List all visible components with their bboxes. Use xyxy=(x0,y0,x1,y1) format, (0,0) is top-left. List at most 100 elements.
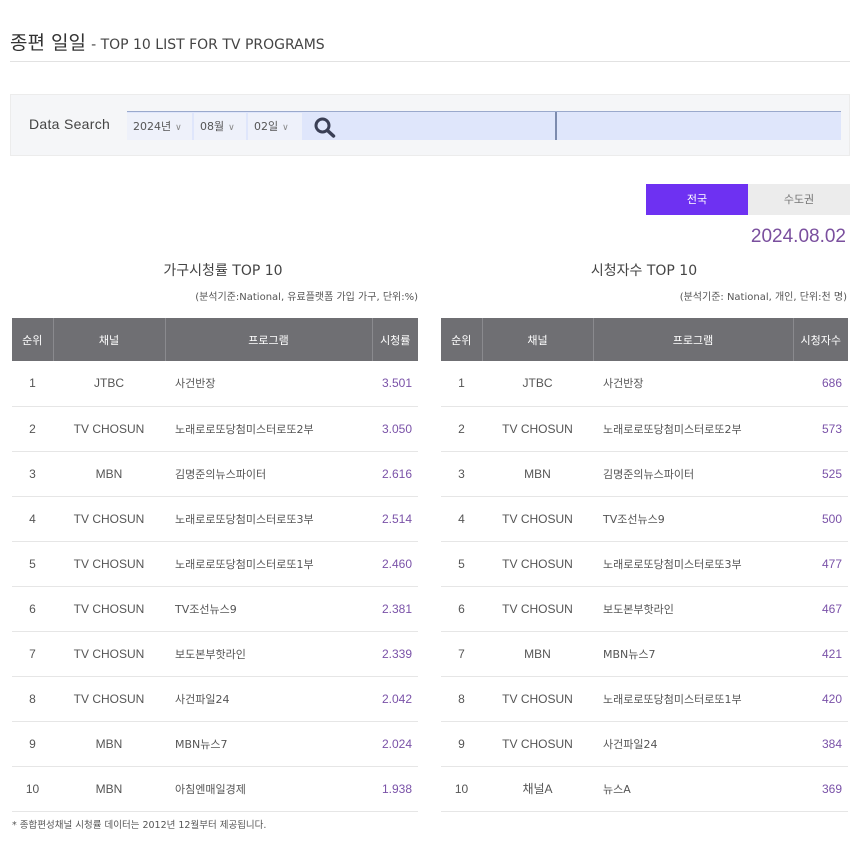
channel-cell: 채널A xyxy=(482,766,593,812)
channel-cell: TV CHOSUN xyxy=(53,406,165,452)
channel-cell: TV CHOSUN xyxy=(53,586,165,632)
column-header-rating: 시청률 xyxy=(372,318,418,361)
household-rating-table: 순위 채널 프로그램 시청률 1 JTBC 사건반장 3.501 2 TV CHOSUN 노… xyxy=(12,318,418,812)
program-cell: 노래로로또당첨미스터로또2부 xyxy=(593,406,793,452)
year-value: 2024년 xyxy=(133,120,172,133)
data-search-panel: Data Search 2024년 ∨ 08월 ∨ 02일 ∨ xyxy=(10,94,850,156)
rank-cell: 2 xyxy=(12,406,53,452)
value-cell: 3.501 xyxy=(372,361,418,407)
day-select[interactable]: 02일 ∨ xyxy=(248,113,302,140)
program-cell: 김명준의뉴스파이터 xyxy=(165,451,372,497)
channel-cell: TV CHOSUN xyxy=(482,676,593,722)
value-cell: 3.050 xyxy=(372,406,418,452)
value-cell: 573 xyxy=(793,406,848,452)
value-cell: 2.460 xyxy=(372,541,418,587)
table-row: 3 MBN 김명준의뉴스파이터 525 xyxy=(441,451,848,497)
rank-cell: 5 xyxy=(441,541,482,587)
table-header-row: 순위 채널 프로그램 시청자수 xyxy=(441,318,848,361)
rank-cell: 4 xyxy=(12,496,53,542)
table-row: 9 TV CHOSUN 사건파일24 384 xyxy=(441,721,848,767)
channel-cell: TV CHOSUN xyxy=(53,631,165,677)
rank-cell: 4 xyxy=(441,496,482,542)
table-row: 1 JTBC 사건반장 686 xyxy=(441,361,848,407)
column-header-viewers: 시청자수 xyxy=(793,318,848,361)
channel-cell: MBN xyxy=(53,766,165,812)
program-cell: MBN뉴스7 xyxy=(593,631,793,677)
value-cell: 2.042 xyxy=(372,676,418,722)
program-cell: 노래로로또당첨미스터로또3부 xyxy=(593,541,793,587)
household-rating-title: 가구시청률 TOP 10 xyxy=(163,263,283,279)
tab-capital-area[interactable]: 수도권 xyxy=(748,184,850,215)
value-cell: 384 xyxy=(793,721,848,767)
rank-cell: 10 xyxy=(441,766,482,812)
value-cell: 2.339 xyxy=(372,631,418,677)
table-header-row: 순위 채널 프로그램 시청률 xyxy=(12,318,418,361)
program-cell: 아침엔매일경제 xyxy=(165,766,372,812)
viewers-title: 시청자수 TOP 10 xyxy=(590,263,698,279)
channel-cell: TV CHOSUN xyxy=(53,676,165,722)
table-row: 5 TV CHOSUN 노래로로또당첨미스터로또1부 2.460 xyxy=(12,541,418,587)
channel-cell: MBN xyxy=(53,451,165,497)
value-cell: 467 xyxy=(793,586,848,632)
selected-date: 2024.08.02 xyxy=(750,226,846,247)
rank-cell: 8 xyxy=(12,676,53,722)
table-row: 2 TV CHOSUN 노래로로또당첨미스터로또2부 3.050 xyxy=(12,406,418,452)
household-rating-note: (분석기준:National, 유료플랫폼 가입 가구, 단위:%) xyxy=(195,292,418,303)
channel-cell: MBN xyxy=(482,451,593,497)
table-row: 7 TV CHOSUN 보도본부핫라인 2.339 xyxy=(12,631,418,677)
table-row: 8 TV CHOSUN 사건파일24 2.042 xyxy=(12,676,418,722)
table-row: 6 TV CHOSUN TV조선뉴스9 2.381 xyxy=(12,586,418,632)
rank-cell: 8 xyxy=(441,676,482,722)
tab-nationwide[interactable]: 전국 xyxy=(646,184,748,215)
table-row: 10 MBN 아침엔매일경제 1.938 xyxy=(12,766,418,812)
channel-cell: JTBC xyxy=(53,361,165,407)
rank-cell: 1 xyxy=(441,361,482,407)
month-value: 08월 xyxy=(200,120,225,133)
search-bar: 2024년 ∨ 08월 ∨ 02일 ∨ xyxy=(127,111,841,140)
value-cell: 2.024 xyxy=(372,721,418,767)
year-select[interactable]: 2024년 ∨ xyxy=(127,113,192,140)
table-row: 6 TV CHOSUN 보도본부핫라인 467 xyxy=(441,586,848,632)
page-header: 종편 일일 - TOP 10 LIST FOR TV PROGRAMS xyxy=(10,28,850,62)
channel-cell: MBN xyxy=(482,631,593,677)
chevron-down-icon: ∨ xyxy=(228,123,235,133)
channel-cell: TV CHOSUN xyxy=(482,586,593,632)
rank-cell: 10 xyxy=(12,766,53,812)
viewers-panel: 시청자수 TOP 10 (분석기준: National, 개인, 단위:천 명)… xyxy=(441,260,848,812)
value-cell: 500 xyxy=(793,496,848,542)
program-cell: 보도본부핫라인 xyxy=(165,631,372,677)
table-row: 7 MBN MBN뉴스7 421 xyxy=(441,631,848,677)
search-icon[interactable] xyxy=(313,116,337,138)
program-cell: 사건반장 xyxy=(165,361,372,407)
table-row: 9 MBN MBN뉴스7 2.024 xyxy=(12,721,418,767)
channel-cell: MBN xyxy=(53,721,165,767)
viewers-table: 순위 채널 프로그램 시청자수 1 JTBC 사건반장 686 2 TV CHOSUN 노래… xyxy=(441,318,848,812)
value-cell: 477 xyxy=(793,541,848,587)
table-row: 4 TV CHOSUN 노래로로또당첨미스터로또3부 2.514 xyxy=(12,496,418,542)
rank-cell: 1 xyxy=(12,361,53,407)
table-row: 1 JTBC 사건반장 3.501 xyxy=(12,361,418,407)
column-header-program: 프로그램 xyxy=(593,318,794,361)
channel-cell: TV CHOSUN xyxy=(482,406,593,452)
month-select[interactable]: 08월 ∨ xyxy=(194,113,246,140)
program-cell: 김명준의뉴스파이터 xyxy=(593,451,793,497)
table-row: 8 TV CHOSUN 노래로로또당첨미스터로또1부 420 xyxy=(441,676,848,722)
program-cell: 사건파일24 xyxy=(165,676,372,722)
channel-cell: JTBC xyxy=(482,361,593,407)
value-cell: 2.381 xyxy=(372,586,418,632)
value-cell: 421 xyxy=(793,631,848,677)
chevron-down-icon: ∨ xyxy=(282,123,289,133)
channel-cell: TV CHOSUN xyxy=(53,496,165,542)
region-tabs: 전국 수도권 xyxy=(646,184,850,215)
program-cell: 노래로로또당첨미스터로또3부 xyxy=(165,496,372,542)
channel-cell: TV CHOSUN xyxy=(53,541,165,587)
rank-cell: 7 xyxy=(441,631,482,677)
day-value: 02일 xyxy=(254,120,279,133)
program-cell: 노래로로또당첨미스터로또1부 xyxy=(165,541,372,587)
value-cell: 369 xyxy=(793,766,848,812)
search-bar-divider xyxy=(555,112,557,140)
channel-cell: TV CHOSUN xyxy=(482,541,593,587)
rank-cell: 7 xyxy=(12,631,53,677)
column-header-rank: 순위 xyxy=(12,318,54,361)
rank-cell: 5 xyxy=(12,541,53,587)
